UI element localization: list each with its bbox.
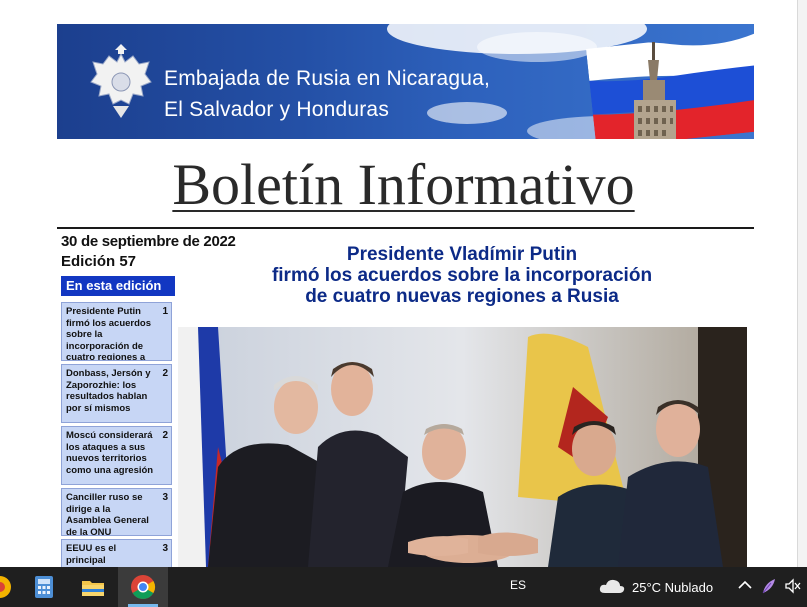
headline-line-3: de cuatro nuevas regiones a Rusia	[305, 286, 619, 307]
chevron-up-icon[interactable]	[738, 580, 752, 590]
embassy-banner: Embajada de Rusia en Nicaragua, El Salva…	[57, 24, 754, 139]
toc-item-page: 2	[162, 368, 168, 379]
cloud-icon[interactable]	[599, 577, 625, 595]
issue-edition: Edición 57	[61, 253, 137, 270]
headline-line-2: firmó los acuerdos sobre la incorporació…	[271, 265, 653, 286]
table-of-contents: Presidente Putin firmó los acuerdos sobr…	[61, 302, 172, 567]
headline-line-1: Presidente Vladímir Putin	[346, 244, 578, 265]
toc-item-page: 3	[162, 543, 168, 554]
weather-status[interactable]: 25°C Nublado	[632, 580, 713, 595]
toc-heading: En esta edición	[61, 276, 175, 296]
masthead-title: Boletín Informativo	[172, 152, 635, 217]
double-headed-eagle-emblem	[90, 44, 152, 118]
toc-item[interactable]: Donbass, Jersón y Zaporozhie: los result…	[61, 364, 172, 423]
input-language[interactable]: ES	[510, 578, 526, 592]
toc-item-page: 1	[162, 306, 168, 317]
toc-item[interactable]: Moscú considerará los ataques a sus nuev…	[61, 426, 172, 485]
toc-item[interactable]: EEUU es el principal beneficiario del sa…	[61, 539, 172, 567]
toc-item[interactable]: Presidente Putin firmó los acuerdos sobr…	[61, 302, 172, 361]
toc-item-text: EEUU es el principal beneficiario del sa…	[66, 543, 136, 567]
pen-feather-icon[interactable]	[761, 577, 777, 595]
signing-ceremony-photo	[178, 327, 747, 567]
speaker-muted-icon[interactable]	[785, 578, 801, 594]
calculator-icon[interactable]	[30, 573, 58, 601]
file-explorer-icon[interactable]	[79, 573, 107, 601]
toc-item-text: Moscú considerará los ataques a sus nuev…	[66, 430, 154, 476]
toc-item-text: Presidente Putin firmó los acuerdos sobr…	[66, 306, 151, 361]
chrome-icon[interactable]	[129, 573, 157, 601]
ministry-building-image	[634, 42, 676, 139]
bulletin-masthead: Boletín Informativo	[0, 152, 807, 218]
toc-item-text: Canciller ruso se dirige a la Asamblea G…	[66, 492, 149, 536]
toc-item[interactable]: Canciller ruso se dirige a la Asamblea G…	[61, 488, 172, 536]
windows-taskbar: ES 25°C Nublado	[0, 567, 807, 607]
banner-line-1: Embajada de Rusia en Nicaragua,	[164, 67, 491, 90]
toc-item-page: 2	[162, 430, 168, 441]
toc-item-text: Donbass, Jersón y Zaporozhie: los result…	[66, 368, 151, 414]
banner-line-2: El Salvador y Honduras	[164, 98, 390, 121]
toc-item-page: 3	[162, 492, 168, 503]
masthead-rule	[57, 227, 754, 229]
document-page: Embajada de Rusia en Nicaragua, El Salva…	[0, 0, 807, 567]
scrollbar[interactable]	[797, 0, 807, 567]
app-icon-partial[interactable]	[0, 573, 14, 601]
